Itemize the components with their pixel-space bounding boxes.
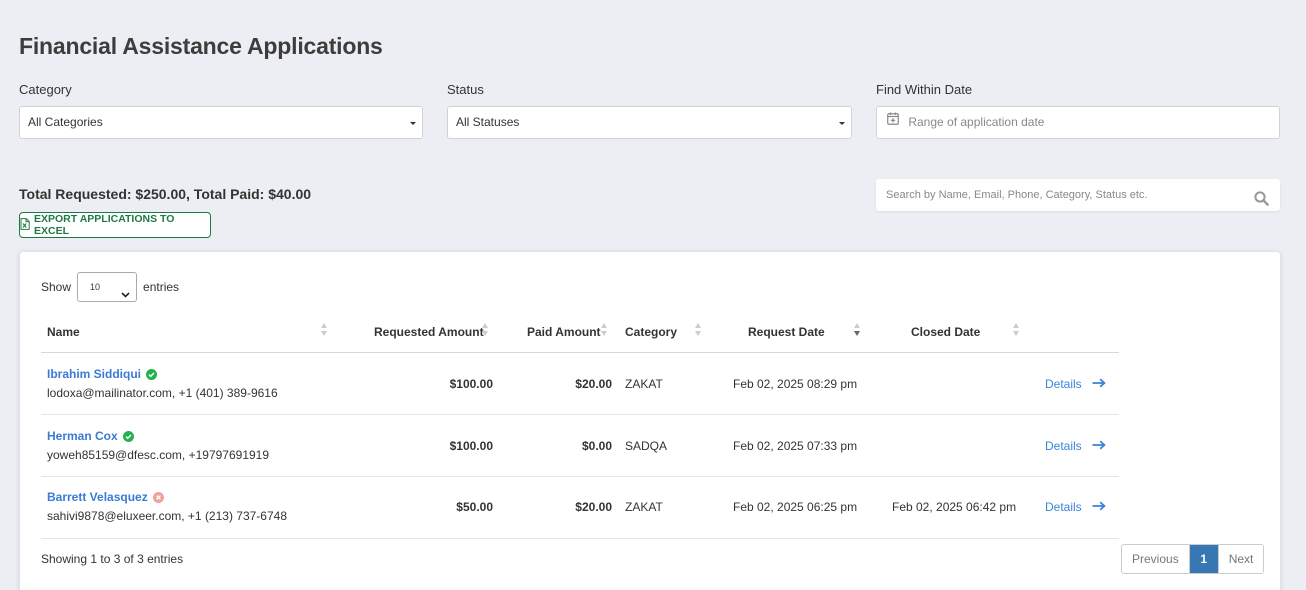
column-header-closed-date[interactable]: Closed Date [911, 325, 980, 339]
applicant-contact: lodoxa@mailinator.com, +1 (401) 389-9616 [47, 386, 278, 400]
applicant-contact: yoweh85159@dfesc.com, +19797691919 [47, 448, 270, 462]
applicant-name: Ibrahim Siddiqui [47, 367, 142, 381]
date-range-placeholder: Range of application date [908, 115, 1045, 129]
paid-amount: $20.00 [575, 377, 612, 391]
category-cell: SADQA [625, 439, 668, 453]
details-link[interactable]: Details [1045, 439, 1106, 453]
totals-summary: Total Requested: $250.00, Total Paid: $4… [19, 186, 312, 202]
category-select-value: All Categories [28, 115, 103, 129]
sort-icon[interactable] [1013, 323, 1020, 339]
page-title: Financial Assistance Applications [19, 33, 383, 59]
paid-amount: $0.00 [581, 439, 612, 453]
sort-icon[interactable] [695, 323, 702, 339]
table-row: Herman Cox yoweh85159@dfesc.com, +197976… [20, 415, 1282, 477]
details-link[interactable]: Details [1045, 377, 1106, 391]
page-length-control: Show 10 entries [41, 272, 179, 302]
applicant-name: Barrett Velasquez [47, 490, 148, 504]
page-length-value: 10 [90, 282, 101, 292]
sort-icon[interactable] [482, 323, 489, 339]
search-icon[interactable] [1254, 187, 1269, 219]
excel-file-icon [20, 217, 30, 233]
sort-desc-icon[interactable] [854, 323, 861, 339]
caret-down-icon [410, 122, 416, 125]
sort-icon[interactable] [321, 323, 328, 339]
category-label: Category [19, 82, 72, 97]
column-header-name[interactable]: Name [47, 325, 80, 339]
table-row: Barrett Velasquez sahivi9878@eluxeer.com… [20, 476, 1282, 538]
caret-down-icon [839, 122, 845, 125]
details-label: Details [1045, 377, 1082, 391]
table-row: Ibrahim Siddiqui lodoxa@mailinator.com, … [20, 353, 1282, 415]
details-label: Details [1045, 439, 1082, 453]
column-header-category[interactable]: Category [625, 325, 677, 339]
status-label: Status [447, 82, 484, 97]
applicant-name: Herman Cox [47, 429, 118, 443]
category-cell: ZAKAT [625, 377, 663, 391]
rejected-x-icon [152, 491, 164, 503]
details-label: Details [1045, 500, 1082, 514]
paid-amount: $20.00 [575, 500, 612, 514]
applicant-name-link[interactable]: Herman Cox [47, 429, 134, 443]
chevron-down-icon [121, 282, 130, 310]
pagination-previous[interactable]: Previous [1122, 545, 1190, 573]
arrow-right-icon [1092, 439, 1106, 453]
page-length-select[interactable]: 10 [77, 272, 138, 302]
export-excel-label: EXPORT APPLICATIONS TO EXCEL [34, 213, 175, 237]
requested-amount: $50.00 [456, 500, 493, 514]
category-cell: ZAKAT [625, 500, 663, 514]
category-select[interactable]: All Categories [19, 106, 423, 139]
status-select-value: All Statuses [456, 115, 520, 129]
verified-check-icon [122, 430, 134, 442]
status-select[interactable]: All Statuses [447, 106, 852, 139]
pagination-next[interactable]: Next [1217, 545, 1264, 573]
date-range-input[interactable]: Range of application date [876, 106, 1280, 139]
column-header-request-date[interactable]: Request Date [748, 325, 825, 339]
request-date-cell: Feb 02, 2025 06:25 pm [733, 500, 858, 514]
entries-label: entries [143, 280, 180, 294]
calendar-plus-icon [887, 106, 899, 137]
requested-amount: $100.00 [449, 439, 493, 453]
date-filter-label: Find Within Date [876, 82, 973, 97]
export-excel-button[interactable]: EXPORT APPLICATIONS TO EXCEL [19, 212, 211, 238]
search-placeholder: Search by Name, Email, Phone, Category, … [886, 189, 1148, 201]
applicant-name-link[interactable]: Barrett Velasquez [47, 490, 164, 504]
closed-date-cell: Feb 02, 2025 06:42 pm [892, 500, 1017, 514]
row-divider [41, 538, 1119, 539]
applicant-name-link[interactable]: Ibrahim Siddiqui [47, 367, 158, 381]
column-header-requested-amount[interactable]: Requested Amount [374, 325, 484, 339]
arrow-right-icon [1092, 377, 1106, 391]
verified-check-icon [146, 368, 158, 380]
applicant-contact: sahivi9878@eluxeer.com, +1 (213) 737-674… [47, 509, 287, 523]
requested-amount: $100.00 [449, 377, 493, 391]
pagination: Previous 1 Next [1121, 544, 1265, 574]
request-date-cell: Feb 02, 2025 08:29 pm [733, 377, 858, 391]
sort-icon[interactable] [601, 323, 608, 339]
details-link[interactable]: Details [1045, 500, 1106, 514]
arrow-right-icon [1092, 500, 1106, 514]
show-label: Show [41, 280, 72, 294]
search-input[interactable]: Search by Name, Email, Phone, Category, … [876, 179, 1280, 211]
request-date-cell: Feb 02, 2025 07:33 pm [733, 439, 858, 453]
table-info: Showing 1 to 3 of 3 entries [41, 552, 184, 566]
applications-table-card: Show 10 entries Name Requested Amount Pa… [19, 251, 1281, 590]
column-header-paid-amount[interactable]: Paid Amount [527, 325, 601, 339]
pagination-page-1[interactable]: 1 [1189, 545, 1218, 573]
